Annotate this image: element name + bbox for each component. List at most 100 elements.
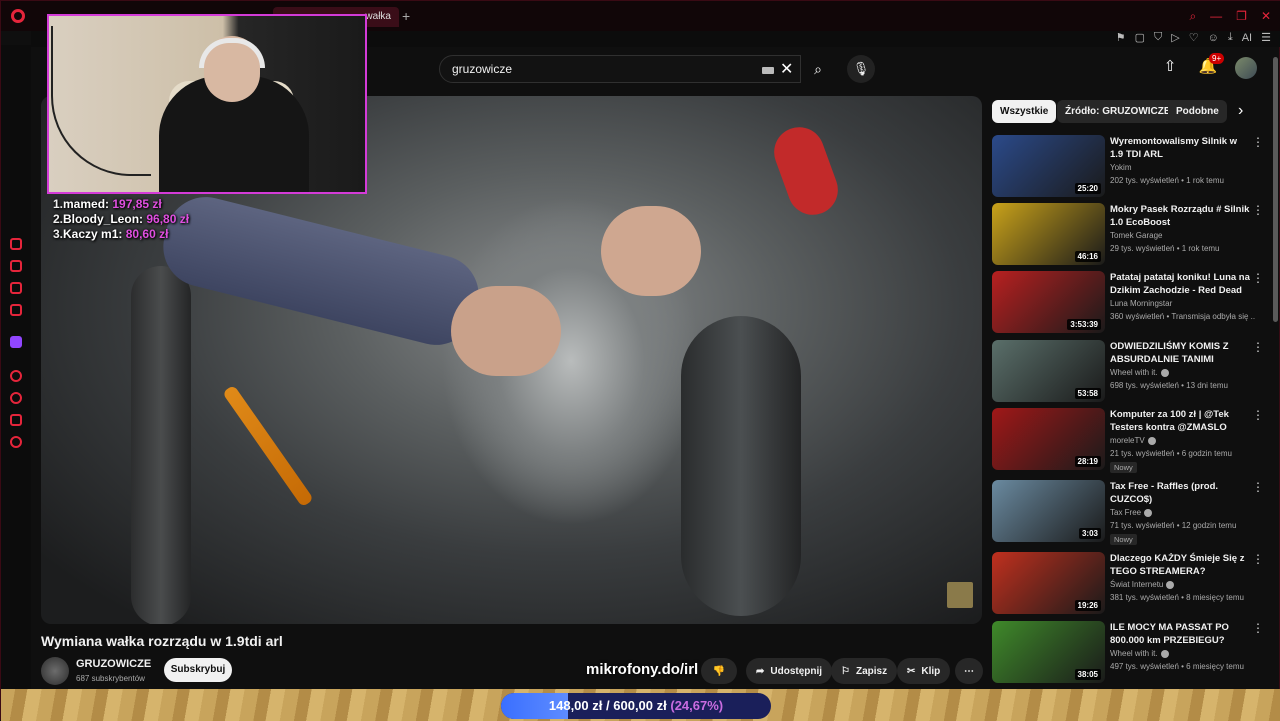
more-vert-icon[interactable]: ⋮ bbox=[1252, 408, 1264, 422]
share-label: Udostępnij bbox=[770, 665, 823, 677]
dislike-button[interactable]: 👎 bbox=[701, 658, 737, 684]
recommendation-channel[interactable]: Wheel with it. bbox=[1110, 649, 1169, 658]
recommendation-title[interactable]: ODWIEDZILIŚMY KOMIS Z ABSURDALNIE TANIMI… bbox=[1110, 340, 1250, 367]
subscribe-button[interactable]: Subskrybuj bbox=[164, 658, 232, 682]
profile-icon[interactable]: ☺ bbox=[1208, 32, 1219, 44]
recommendation-title[interactable]: ILE MOCY MA PASSAT PO 800.000 km PRZEBIE… bbox=[1110, 621, 1250, 647]
recommendation-title[interactable]: Patataj patataj koniku! Luna na Dzikim Z… bbox=[1110, 271, 1250, 298]
more-actions-button[interactable]: ⋯ bbox=[955, 658, 983, 684]
video-thumbnail[interactable]: 3:03 bbox=[992, 480, 1105, 542]
scrollbar[interactable] bbox=[1273, 57, 1278, 322]
chevron-right-icon[interactable]: › bbox=[1238, 102, 1243, 120]
recommendation-item[interactable]: 38:05 ILE MOCY MA PASSAT PO 800.000 km PR… bbox=[992, 621, 1272, 685]
upload-icon[interactable]: ⇧ bbox=[1159, 57, 1181, 79]
sidebar-twitch-icon[interactable] bbox=[10, 336, 22, 348]
bookmark-icon[interactable]: ⚑ bbox=[1116, 31, 1126, 44]
recommendation-item[interactable]: 3:03 Tax Free - Raffles (prod. CUZCO$) Tax… bbox=[992, 480, 1272, 545]
recommendation-item[interactable]: 25:20 Wyremontowalismy Silnik w 1.9 TDI A… bbox=[992, 135, 1272, 199]
maximize-icon[interactable]: ❐ bbox=[1236, 9, 1247, 24]
more-vert-icon[interactable]: ⋮ bbox=[1252, 480, 1264, 494]
recommendation-channel[interactable]: Tax Free bbox=[1110, 508, 1153, 517]
recommendation-channel[interactable]: Wheel with it. bbox=[1110, 368, 1169, 377]
recommendation-item[interactable]: 3:53:39 Patataj patataj koniku! Luna na D… bbox=[992, 271, 1272, 335]
channel-avatar[interactable] bbox=[41, 657, 69, 685]
channel-watermark-icon[interactable] bbox=[947, 582, 973, 608]
recommendation-title[interactable]: Dlaczego KAŻDY Śmieje Się z TEGO STREAME… bbox=[1110, 552, 1250, 578]
more-vert-icon[interactable]: ⋮ bbox=[1252, 135, 1264, 149]
more-vert-icon[interactable]: ⋮ bbox=[1252, 203, 1264, 217]
verified-icon bbox=[1147, 436, 1156, 445]
more-vert-icon[interactable]: ⋮ bbox=[1252, 340, 1264, 354]
recommendation-meta: 29 tys. wyświetleń • 1 rok temu bbox=[1110, 244, 1220, 253]
recommendation-channel[interactable]: moreleTV bbox=[1110, 436, 1156, 445]
more-vert-icon[interactable]: ⋮ bbox=[1252, 271, 1264, 285]
chip-related[interactable]: Podobne bbox=[1168, 100, 1227, 123]
search-icon[interactable]: ⌕ bbox=[1189, 9, 1196, 24]
sidebar-messenger-icon[interactable] bbox=[10, 304, 22, 316]
sidebar-player-icon[interactable] bbox=[10, 370, 22, 382]
clip-button[interactable]: ✂ Klip bbox=[897, 658, 951, 684]
more-vert-icon[interactable]: ⋮ bbox=[1252, 552, 1264, 566]
voice-search-button[interactable]: 🎙 bbox=[847, 55, 875, 83]
recommendation-item[interactable]: 46:16 Mokry Pasek Rozrządu # Silnik 1.0 E… bbox=[992, 203, 1272, 267]
webcam-cable bbox=[51, 26, 151, 176]
search-input[interactable]: gruzowicze ✕ bbox=[439, 55, 801, 83]
sidebar-flow-icon[interactable] bbox=[10, 238, 22, 250]
channel-name[interactable]: GRUZOWICZE bbox=[76, 658, 151, 670]
clear-icon[interactable]: ✕ bbox=[780, 59, 793, 79]
recommendation-item[interactable]: 53:58 ODWIEDZILIŚMY KOMIS Z ABSURDALNIE T… bbox=[992, 340, 1272, 404]
donation-goal-bar: 148,00 zł / 600,00 zł (24,67%) bbox=[501, 693, 771, 719]
browser-sidebar: GX bbox=[1, 45, 31, 702]
video-thumbnail[interactable]: 25:20 bbox=[992, 135, 1105, 197]
search-button[interactable]: ⌕ bbox=[801, 55, 835, 83]
recommendation-item[interactable]: 19:26 Dlaczego KAŻDY Śmieje Się z TEGO ST… bbox=[992, 552, 1272, 616]
notifications-button[interactable]: 🔔 9+ bbox=[1197, 53, 1225, 79]
recommendation-channel[interactable]: Yokim bbox=[1110, 163, 1132, 172]
ai-icon[interactable]: AI bbox=[1242, 32, 1252, 44]
video-thumbnail[interactable]: 38:05 bbox=[992, 621, 1105, 683]
download-icon[interactable]: ⤓ bbox=[1228, 31, 1233, 44]
video-thumbnail[interactable]: 19:26 bbox=[992, 552, 1105, 614]
video-thumbnail[interactable]: 3:53:39 bbox=[992, 271, 1105, 333]
recommendation-title[interactable]: Mokry Pasek Rozrządu # Silnik 1.0 EcoBoo… bbox=[1110, 203, 1250, 229]
minimize-icon[interactable]: — bbox=[1210, 9, 1222, 24]
video-thumbnail[interactable]: 46:16 bbox=[992, 203, 1105, 265]
donation-goal-text: 148,00 zł / 600,00 zł (24,67%) bbox=[501, 693, 771, 719]
heart-icon[interactable]: ♡ bbox=[1189, 31, 1199, 44]
new-tab-plus-icon[interactable]: + bbox=[402, 8, 410, 24]
recommendation-title[interactable]: Komputer za 100 zł | @Tek Testers kontra… bbox=[1110, 408, 1250, 434]
recommendation-title[interactable]: Wyremontowalismy Silnik w 1.9 TDI ARL bbox=[1110, 135, 1250, 161]
recommendation-channel[interactable]: Tomek Garage bbox=[1110, 231, 1162, 240]
account-avatar[interactable] bbox=[1235, 57, 1257, 79]
opera-logo-icon[interactable] bbox=[11, 9, 25, 23]
duration-badge: 53:58 bbox=[1074, 388, 1101, 399]
tab-title: wałka bbox=[365, 11, 391, 22]
sidebar-chat-icon[interactable] bbox=[10, 282, 22, 294]
notification-badge: 9+ bbox=[1209, 53, 1225, 64]
play-icon[interactable]: ▷ bbox=[1171, 31, 1179, 44]
snapshot-icon[interactable]: ▢ bbox=[1135, 31, 1145, 44]
donor-row: 1.mamed: 197,85 zł bbox=[53, 197, 162, 211]
keyboard-icon[interactable] bbox=[762, 67, 774, 74]
duration-badge: 28:19 bbox=[1074, 456, 1101, 467]
recommendation-channel[interactable]: Świat Internetu bbox=[1110, 580, 1175, 589]
video-thumbnail[interactable]: 28:19 bbox=[992, 408, 1105, 470]
shield-icon[interactable]: ⛉ bbox=[1154, 31, 1162, 44]
chip-all[interactable]: Wszystkie bbox=[992, 100, 1057, 123]
menu-icon[interactable]: ☰ bbox=[1261, 31, 1271, 44]
thumbs-down-icon: 👎 bbox=[712, 665, 726, 677]
sidebar-settings-icon[interactable] bbox=[10, 436, 22, 448]
video-thumbnail[interactable]: 53:58 bbox=[992, 340, 1105, 402]
sidebar-history-icon[interactable] bbox=[10, 392, 22, 404]
close-icon[interactable]: ✕ bbox=[1261, 9, 1271, 24]
recommendation-meta: 497 tys. wyświetleń • 6 miesięcy temu bbox=[1110, 662, 1244, 671]
recommendation-channel[interactable]: Luna Morningstar bbox=[1110, 299, 1172, 308]
recommendation-title[interactable]: Tax Free - Raffles (prod. CUZCO$) bbox=[1110, 480, 1250, 506]
more-vert-icon[interactable]: ⋮ bbox=[1252, 621, 1264, 635]
sidebar-bag-icon[interactable] bbox=[10, 260, 22, 272]
share-button[interactable]: ➦ Udostępnij bbox=[746, 658, 833, 684]
sidebar-heart-icon[interactable] bbox=[10, 414, 22, 426]
chip-source[interactable]: Źródło: GRUZOWICZE bbox=[1057, 100, 1179, 123]
save-button[interactable]: ⚐ Zapisz bbox=[831, 658, 898, 684]
recommendation-item[interactable]: 28:19 Komputer za 100 zł | @Tek Testers k… bbox=[992, 408, 1272, 473]
